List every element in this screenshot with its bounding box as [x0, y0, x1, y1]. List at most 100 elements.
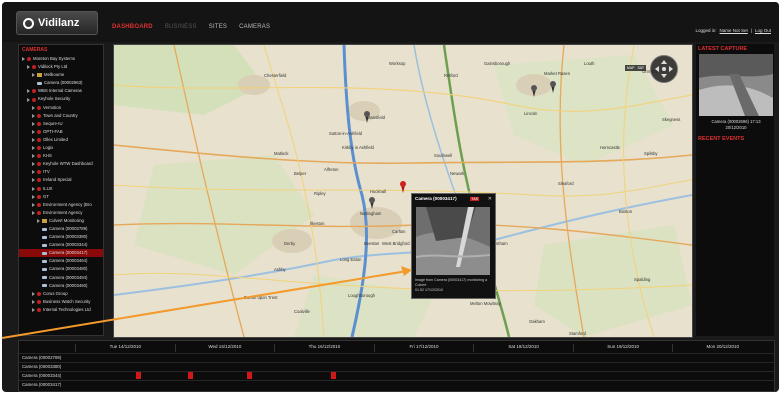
tree-item[interactable]: Keyhole WTW Dashboard [19, 160, 103, 168]
tree-item-label: Vidilock Pty Ltd [38, 64, 68, 70]
logout-link[interactable]: Log Out [755, 28, 771, 33]
tree-item[interactable]: Camera (00003480) [19, 265, 103, 273]
tree-item-label: OPTI-FAB [43, 128, 63, 134]
tree-item[interactable]: Vernotion [19, 104, 103, 112]
timeline-event-marker[interactable] [330, 372, 336, 379]
map-type-sat[interactable]: SAT [637, 66, 644, 70]
map-pan-zoom-control[interactable] [650, 55, 678, 83]
tree-item[interactable]: Logix [19, 144, 103, 152]
group-icon [37, 307, 41, 312]
expand-arrow-icon[interactable] [32, 137, 35, 142]
expand-arrow-icon[interactable] [27, 65, 30, 70]
tree-item-label: Camera (00003494) [49, 274, 88, 280]
tree-item[interactable]: WBS Internal Cameras [19, 87, 103, 95]
group-icon [37, 210, 41, 215]
tree-item[interactable]: ILUX [19, 185, 103, 193]
popup-caption-time: 01:52 17/12/2010 [415, 288, 443, 292]
tree-item[interactable]: Culvert Monitoring [19, 217, 103, 225]
tree-item[interactable]: Internal Technologies Ltd [19, 306, 103, 314]
tree-item[interactable]: Environment Agency (Bro [19, 201, 103, 209]
close-icon[interactable]: ✕ [488, 196, 492, 202]
tree-item[interactable]: Camera (00003494) [19, 274, 103, 282]
tree-item[interactable]: Keyhole Security [19, 95, 103, 103]
camera-icon [37, 81, 42, 85]
expand-arrow-icon[interactable] [27, 97, 30, 102]
tree-item-label: Logix [43, 145, 54, 151]
group-icon [37, 178, 41, 183]
timeline-row: Camera (00002789) [19, 353, 774, 362]
expand-arrow-icon[interactable] [32, 210, 35, 215]
tree-item-label: Keyhole WTW Dashboard [43, 161, 93, 167]
tree-item[interactable]: Environment Agency [19, 209, 103, 217]
expand-arrow-icon[interactable] [32, 121, 35, 126]
tree-item[interactable]: OPTI-FAB [19, 128, 103, 136]
tree-item[interactable]: GT [19, 193, 103, 201]
tree-item[interactable]: Camera (00003460) [19, 282, 103, 290]
expand-arrow-icon[interactable] [32, 113, 35, 118]
expand-arrow-icon[interactable] [32, 186, 35, 191]
tree-item[interactable]: Camera (00002789) [19, 225, 103, 233]
timeline-date: Fri 17/12/2010 [373, 344, 474, 352]
map-canvas[interactable]: Chesterfield Mansfield Sutton-in-Ashfield K… [114, 45, 692, 337]
camera-info-popup: Camera (00003417) TAS ✕ Image from Camer… [411, 193, 496, 299]
tree-item-label: Town and Country [43, 112, 78, 118]
expand-arrow-icon[interactable] [27, 89, 30, 94]
timeline-event-marker[interactable] [247, 372, 253, 379]
main-nav: DASHBOARD BUSINESS SITES CAMERAS [112, 24, 270, 30]
tree-item[interactable]: Corus Group [19, 290, 103, 298]
camera-icon [42, 243, 47, 247]
expand-arrow-icon[interactable] [32, 202, 35, 207]
expand-arrow-icon[interactable] [32, 194, 35, 199]
map-type-map[interactable]: MAP [627, 66, 635, 70]
cameras-heading: CAMERAS [22, 47, 48, 53]
tree-item-selected[interactable]: Camera (00003417) [19, 249, 103, 258]
timeline-event-marker[interactable] [188, 372, 193, 379]
group-icon [37, 137, 41, 142]
tree-item[interactable]: Business Watch Security [19, 298, 103, 306]
nav-sites[interactable]: SITES [209, 24, 227, 30]
expand-arrow-icon[interactable] [32, 154, 35, 159]
expand-arrow-icon[interactable] [32, 105, 35, 110]
tree-item[interactable]: Vidilock Pty Ltd [19, 63, 103, 71]
map-place-label: Horncastle [600, 145, 621, 150]
tree-item[interactable]: Camera (00002963) [19, 79, 103, 87]
tree-item[interactable]: KHS [19, 152, 103, 160]
nav-dashboard[interactable]: DASHBOARD [112, 24, 153, 30]
tree-item[interactable]: Moreton Bay Systems [19, 55, 103, 63]
timeline-row-label: Camera (00003380) [22, 364, 62, 369]
expand-arrow-icon[interactable] [32, 299, 35, 304]
tree-item[interactable]: Camera (00003464) [19, 257, 103, 265]
map-place-label: Stamford [569, 331, 587, 336]
expand-arrow-icon[interactable] [22, 57, 25, 62]
tree-item[interactable]: Camera (00003380) [19, 233, 103, 241]
tree-item-label: Camera (00002963) [44, 80, 83, 86]
nav-cameras[interactable]: CAMERAS [239, 24, 270, 30]
expand-arrow-icon[interactable] [32, 170, 35, 175]
tree-item[interactable]: Camera (00003344) [19, 241, 103, 249]
user-separator: | [750, 28, 752, 33]
expand-arrow-icon[interactable] [32, 307, 35, 312]
user-name-link[interactable]: Name Not Set [720, 28, 748, 33]
camera-tree: Moreton Bay Systems Vidilock Pty Ltd Melbo… [19, 55, 103, 314]
tree-item[interactable]: ITV [19, 168, 103, 176]
logo[interactable]: Vidilanz [16, 11, 98, 35]
tree-item[interactable]: Melbourne [19, 71, 103, 79]
map-view[interactable]: Chesterfield Mansfield Sutton-in-Ashfield K… [113, 44, 693, 338]
tree-item[interactable]: Sequre-IU [19, 120, 103, 128]
timeline-date: Sun 19/12/2010 [572, 344, 673, 352]
expand-arrow-icon[interactable] [32, 178, 35, 183]
expand-arrow-icon[interactable] [37, 218, 40, 223]
timeline-event-marker[interactable] [135, 372, 141, 379]
expand-arrow-icon[interactable] [32, 146, 35, 151]
tree-item[interactable]: Town and Country [19, 112, 103, 120]
expand-arrow-icon[interactable] [32, 162, 35, 167]
expand-arrow-icon[interactable] [32, 291, 35, 296]
tree-item-label: Camera (00003480) [49, 266, 88, 272]
nav-business[interactable]: BUSINESS [165, 24, 197, 30]
expand-arrow-icon[interactable] [32, 73, 35, 78]
tree-item[interactable]: Ollex Limited [19, 136, 103, 144]
tree-item[interactable]: Ireland Special [19, 176, 103, 184]
expand-arrow-icon[interactable] [32, 129, 35, 134]
latest-capture-image[interactable] [699, 54, 773, 116]
camera-snapshot-image[interactable] [416, 207, 490, 275]
